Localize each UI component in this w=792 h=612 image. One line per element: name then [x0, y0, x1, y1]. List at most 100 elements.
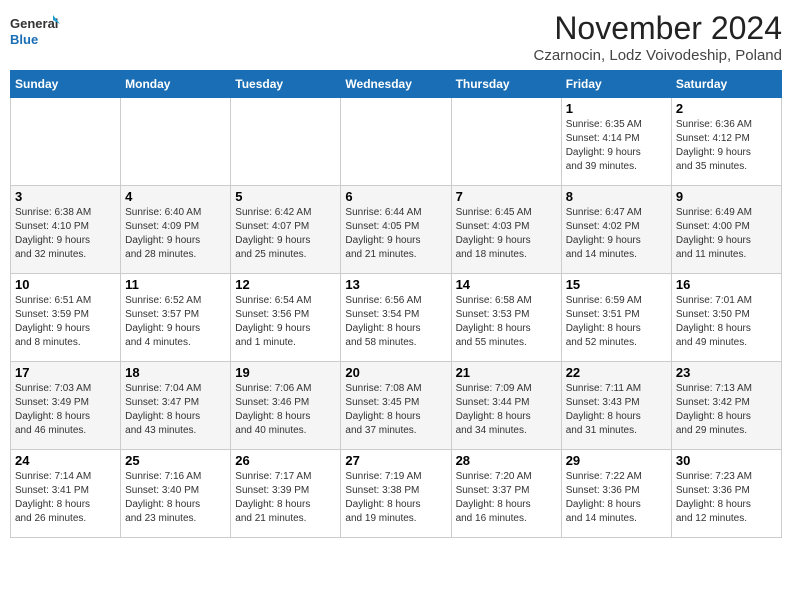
day-cell: 6Sunrise: 6:44 AM Sunset: 4:05 PM Daylig… — [341, 186, 451, 274]
day-cell: 25 Sunrise: 7:16 AM Sunset: 3:40 PM Dayli… — [121, 450, 231, 538]
day-number: 2 — [676, 101, 777, 116]
day-number: 19 — [235, 365, 336, 380]
day-number: 12 — [235, 277, 336, 292]
day-cell: 28 Sunrise: 7:20 AM Sunset: 3:37 PM Dayli… — [451, 450, 561, 538]
day-number: 26 — [235, 453, 336, 468]
day-info: Sunrise: 6:58 AM Sunset: 3:53 PM Dayligh… — [456, 294, 557, 350]
day-info: Sunrise: 6:45 AM Sunset: 4:03 PM Dayligh… — [456, 206, 557, 262]
day-cell: 21Sunrise: 7:09 AM Sunset: 3:44 PM Dayli… — [451, 362, 561, 450]
day-number: 22 — [566, 365, 667, 380]
day-number: 16 — [676, 277, 777, 292]
week-row-4: 17 Sunrise: 7:03 AM Sunset: 3:49 PM Dayli… — [11, 362, 782, 450]
day-cell — [11, 98, 121, 186]
day-info: Sunrise: 6:59 AM Sunset: 3:51 PM Dayligh… — [566, 294, 667, 350]
day-cell: 17 Sunrise: 7:03 AM Sunset: 3:49 PM Dayli… — [11, 362, 121, 450]
day-cell: 5 Sunrise: 6:42 AM Sunset: 4:07 PM Daylig… — [231, 186, 341, 274]
day-cell: 13 Sunrise: 6:56 AM Sunset: 3:54 PM Dayli… — [341, 274, 451, 362]
day-number: 28 — [456, 453, 557, 468]
day-info: Sunrise: 6:56 AM Sunset: 3:54 PM Dayligh… — [345, 294, 446, 350]
day-cell: 11 Sunrise: 6:52 AM Sunset: 3:57 PM Dayli… — [121, 274, 231, 362]
day-number: 1 — [566, 101, 667, 116]
day-number: 17 — [15, 365, 116, 380]
day-number: 15 — [566, 277, 667, 292]
day-number: 5 — [235, 189, 336, 204]
day-cell: 14 Sunrise: 6:58 AM Sunset: 3:53 PM Dayli… — [451, 274, 561, 362]
svg-text:Blue: Blue — [10, 32, 38, 47]
day-cell: 3Sunrise: 6:38 AM Sunset: 4:10 PM Daylig… — [11, 186, 121, 274]
day-cell: 7 Sunrise: 6:45 AM Sunset: 4:03 PM Daylig… — [451, 186, 561, 274]
day-number: 11 — [125, 277, 226, 292]
col-header-thursday: Thursday — [451, 71, 561, 98]
day-cell: 10Sunrise: 6:51 AM Sunset: 3:59 PM Dayli… — [11, 274, 121, 362]
day-info: Sunrise: 7:20 AM Sunset: 3:37 PM Dayligh… — [456, 470, 557, 526]
day-info: Sunrise: 6:51 AM Sunset: 3:59 PM Dayligh… — [15, 294, 116, 350]
day-info: Sunrise: 7:22 AM Sunset: 3:36 PM Dayligh… — [566, 470, 667, 526]
day-number: 30 — [676, 453, 777, 468]
day-info: Sunrise: 6:42 AM Sunset: 4:07 PM Dayligh… — [235, 206, 336, 262]
day-cell: 22Sunrise: 7:11 AM Sunset: 3:43 PM Dayli… — [561, 362, 671, 450]
day-cell: 30Sunrise: 7:23 AM Sunset: 3:36 PM Dayli… — [671, 450, 781, 538]
day-cell: 12 Sunrise: 6:54 AM Sunset: 3:56 PM Dayli… — [231, 274, 341, 362]
day-info: Sunrise: 6:52 AM Sunset: 3:57 PM Dayligh… — [125, 294, 226, 350]
day-info: Sunrise: 7:03 AM Sunset: 3:49 PM Dayligh… — [15, 382, 116, 438]
col-header-monday: Monday — [121, 71, 231, 98]
day-number: 14 — [456, 277, 557, 292]
day-info: Sunrise: 6:49 AM Sunset: 4:00 PM Dayligh… — [676, 206, 777, 262]
day-cell: 26 Sunrise: 7:17 AM Sunset: 3:39 PM Dayli… — [231, 450, 341, 538]
title-block: November 2024 Czarnocin, Lodz Voivodeshi… — [534, 10, 783, 64]
day-info: Sunrise: 7:17 AM Sunset: 3:39 PM Dayligh… — [235, 470, 336, 526]
day-info: Sunrise: 7:14 AM Sunset: 3:41 PM Dayligh… — [15, 470, 116, 526]
day-cell: 8 Sunrise: 6:47 AM Sunset: 4:02 PM Daylig… — [561, 186, 671, 274]
day-cell — [121, 98, 231, 186]
day-number: 29 — [566, 453, 667, 468]
day-info: Sunrise: 7:04 AM Sunset: 3:47 PM Dayligh… — [125, 382, 226, 438]
week-row-5: 24 Sunrise: 7:14 AM Sunset: 3:41 PM Dayli… — [11, 450, 782, 538]
col-header-friday: Friday — [561, 71, 671, 98]
page-header: General Blue November 2024 Czarnocin, Lo… — [10, 10, 782, 64]
day-number: 6 — [345, 189, 446, 204]
day-info: Sunrise: 7:06 AM Sunset: 3:46 PM Dayligh… — [235, 382, 336, 438]
day-info: Sunrise: 6:35 AM Sunset: 4:14 PM Dayligh… — [566, 118, 667, 174]
day-cell: 20 Sunrise: 7:08 AM Sunset: 3:45 PM Dayli… — [341, 362, 451, 450]
day-number: 20 — [345, 365, 446, 380]
week-row-2: 3Sunrise: 6:38 AM Sunset: 4:10 PM Daylig… — [11, 186, 782, 274]
col-header-saturday: Saturday — [671, 71, 781, 98]
day-info: Sunrise: 6:36 AM Sunset: 4:12 PM Dayligh… — [676, 118, 777, 174]
day-cell: 9Sunrise: 6:49 AM Sunset: 4:00 PM Daylig… — [671, 186, 781, 274]
day-number: 7 — [456, 189, 557, 204]
day-info: Sunrise: 7:13 AM Sunset: 3:42 PM Dayligh… — [676, 382, 777, 438]
day-cell: 2 Sunrise: 6:36 AM Sunset: 4:12 PM Daylig… — [671, 98, 781, 186]
logo: General Blue — [10, 10, 60, 52]
col-header-tuesday: Tuesday — [231, 71, 341, 98]
week-row-3: 10Sunrise: 6:51 AM Sunset: 3:59 PM Dayli… — [11, 274, 782, 362]
logo-svg: General Blue — [10, 10, 60, 52]
day-number: 24 — [15, 453, 116, 468]
day-cell: 19 Sunrise: 7:06 AM Sunset: 3:46 PM Dayli… — [231, 362, 341, 450]
day-info: Sunrise: 6:47 AM Sunset: 4:02 PM Dayligh… — [566, 206, 667, 262]
day-info: Sunrise: 7:16 AM Sunset: 3:40 PM Dayligh… — [125, 470, 226, 526]
day-number: 13 — [345, 277, 446, 292]
day-number: 4 — [125, 189, 226, 204]
day-cell: 16 Sunrise: 7:01 AM Sunset: 3:50 PM Dayli… — [671, 274, 781, 362]
day-number: 27 — [345, 453, 446, 468]
day-cell — [231, 98, 341, 186]
day-number: 18 — [125, 365, 226, 380]
day-cell: 27Sunrise: 7:19 AM Sunset: 3:38 PM Dayli… — [341, 450, 451, 538]
day-number: 3 — [15, 189, 116, 204]
day-info: Sunrise: 6:54 AM Sunset: 3:56 PM Dayligh… — [235, 294, 336, 350]
day-number: 8 — [566, 189, 667, 204]
day-number: 23 — [676, 365, 777, 380]
day-info: Sunrise: 7:01 AM Sunset: 3:50 PM Dayligh… — [676, 294, 777, 350]
day-cell: 29 Sunrise: 7:22 AM Sunset: 3:36 PM Dayli… — [561, 450, 671, 538]
week-row-1: 1 Sunrise: 6:35 AM Sunset: 4:14 PM Daylig… — [11, 98, 782, 186]
col-header-sunday: Sunday — [11, 71, 121, 98]
location: Czarnocin, Lodz Voivodeship, Poland — [534, 47, 783, 64]
day-cell: 18 Sunrise: 7:04 AM Sunset: 3:47 PM Dayli… — [121, 362, 231, 450]
day-info: Sunrise: 6:40 AM Sunset: 4:09 PM Dayligh… — [125, 206, 226, 262]
day-number: 21 — [456, 365, 557, 380]
day-cell: 15 Sunrise: 6:59 AM Sunset: 3:51 PM Dayli… — [561, 274, 671, 362]
day-number: 25 — [125, 453, 226, 468]
day-cell — [451, 98, 561, 186]
day-info: Sunrise: 7:08 AM Sunset: 3:45 PM Dayligh… — [345, 382, 446, 438]
calendar-table: SundayMondayTuesdayWednesdayThursdayFrid… — [10, 70, 782, 538]
